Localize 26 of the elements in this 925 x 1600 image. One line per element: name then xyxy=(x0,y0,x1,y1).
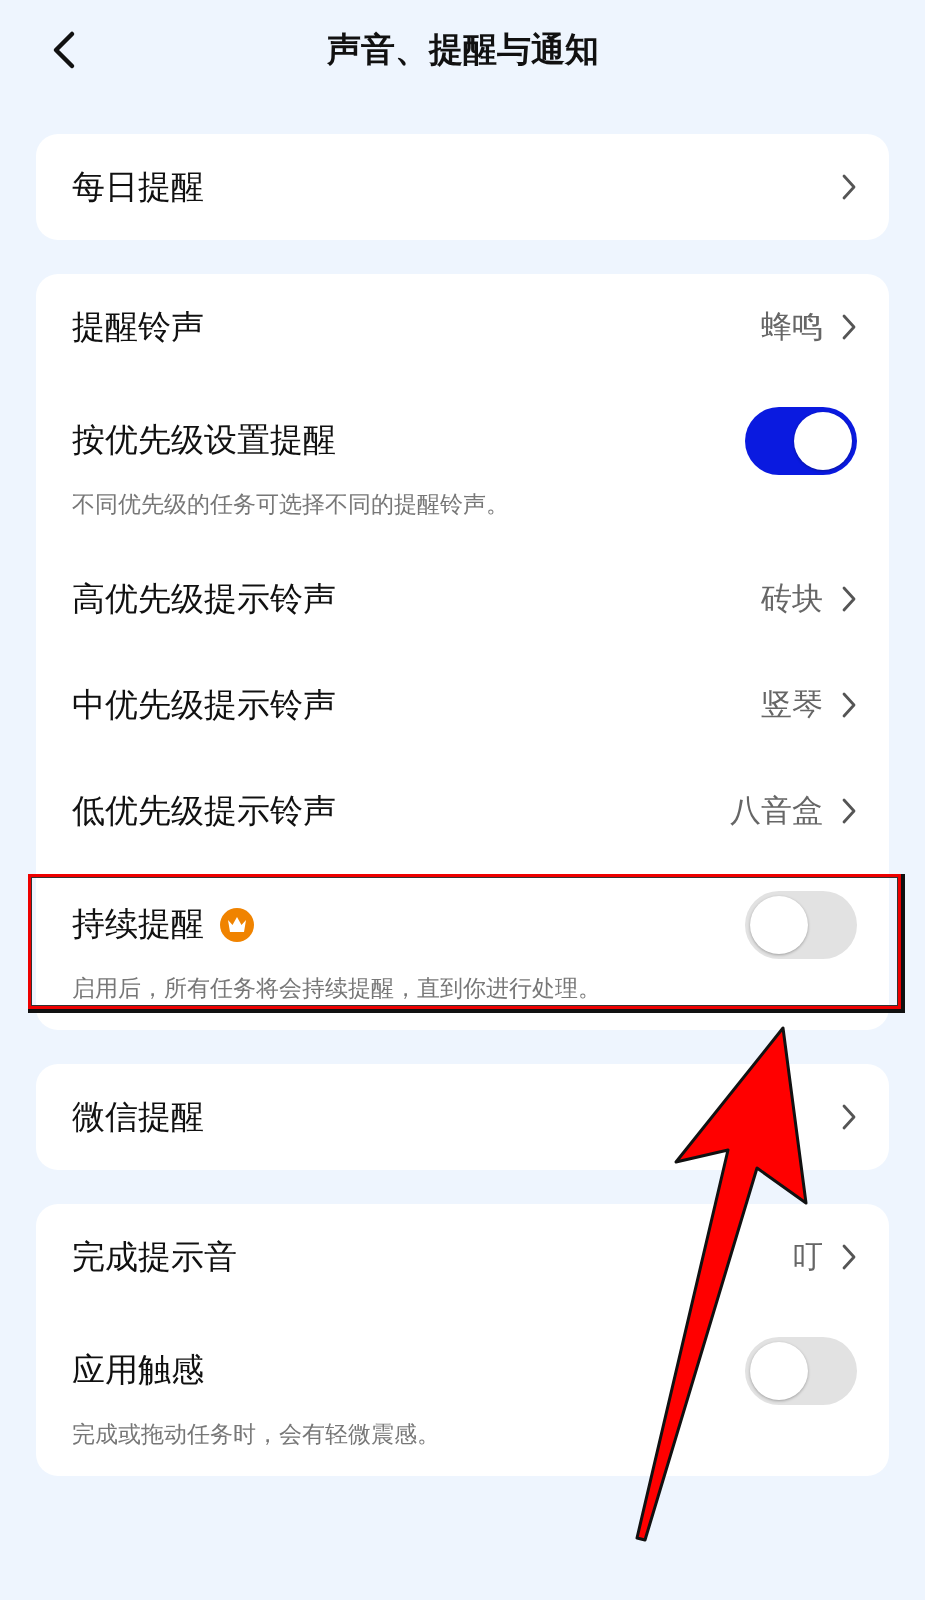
setting-value: 砖块 xyxy=(761,579,823,618)
setting-label[interactable]: 完成提示音 xyxy=(72,1234,237,1280)
setting-label[interactable]: 高优先级提示铃声 xyxy=(72,576,336,622)
chevron-icon xyxy=(841,584,857,614)
setting-description: 完成或拖动任务时，会有轻微震感。 xyxy=(72,1419,441,1449)
page-title: 声音、提醒与通知 xyxy=(326,28,599,71)
setting-value: 八音盒 xyxy=(730,791,823,830)
chevron-icon xyxy=(841,1242,857,1272)
setting-description: 不同优先级的任务可选择不同的提醒铃声。 xyxy=(72,489,510,519)
setting-label[interactable]: 低优先级提示铃声 xyxy=(72,788,336,834)
setting-label[interactable]: 微信提醒 xyxy=(72,1094,204,1140)
chevron-icon xyxy=(841,690,857,720)
setting-description: 启用后，所有任务将会持续提醒，直到你进行处理。 xyxy=(72,973,602,1003)
chevron-icon xyxy=(841,1102,857,1132)
chevron-icon xyxy=(841,172,857,202)
setting-label: 持续提醒 xyxy=(72,903,204,945)
setting-value: 竖琴 xyxy=(761,685,823,724)
setting-value: 蜂鸣 xyxy=(761,307,823,346)
setting-label[interactable]: 提醒铃声 xyxy=(72,304,204,350)
setting-label: 应用触感 xyxy=(72,1349,204,1391)
setting-label[interactable]: 每日提醒 xyxy=(72,164,204,210)
setting-label: 按优先级设置提醒 xyxy=(72,419,336,461)
setting-value: 叮 xyxy=(792,1237,823,1276)
chevron-icon xyxy=(841,312,857,342)
chevron-icon xyxy=(841,796,857,826)
setting-label[interactable]: 中优先级提示铃声 xyxy=(72,682,336,728)
